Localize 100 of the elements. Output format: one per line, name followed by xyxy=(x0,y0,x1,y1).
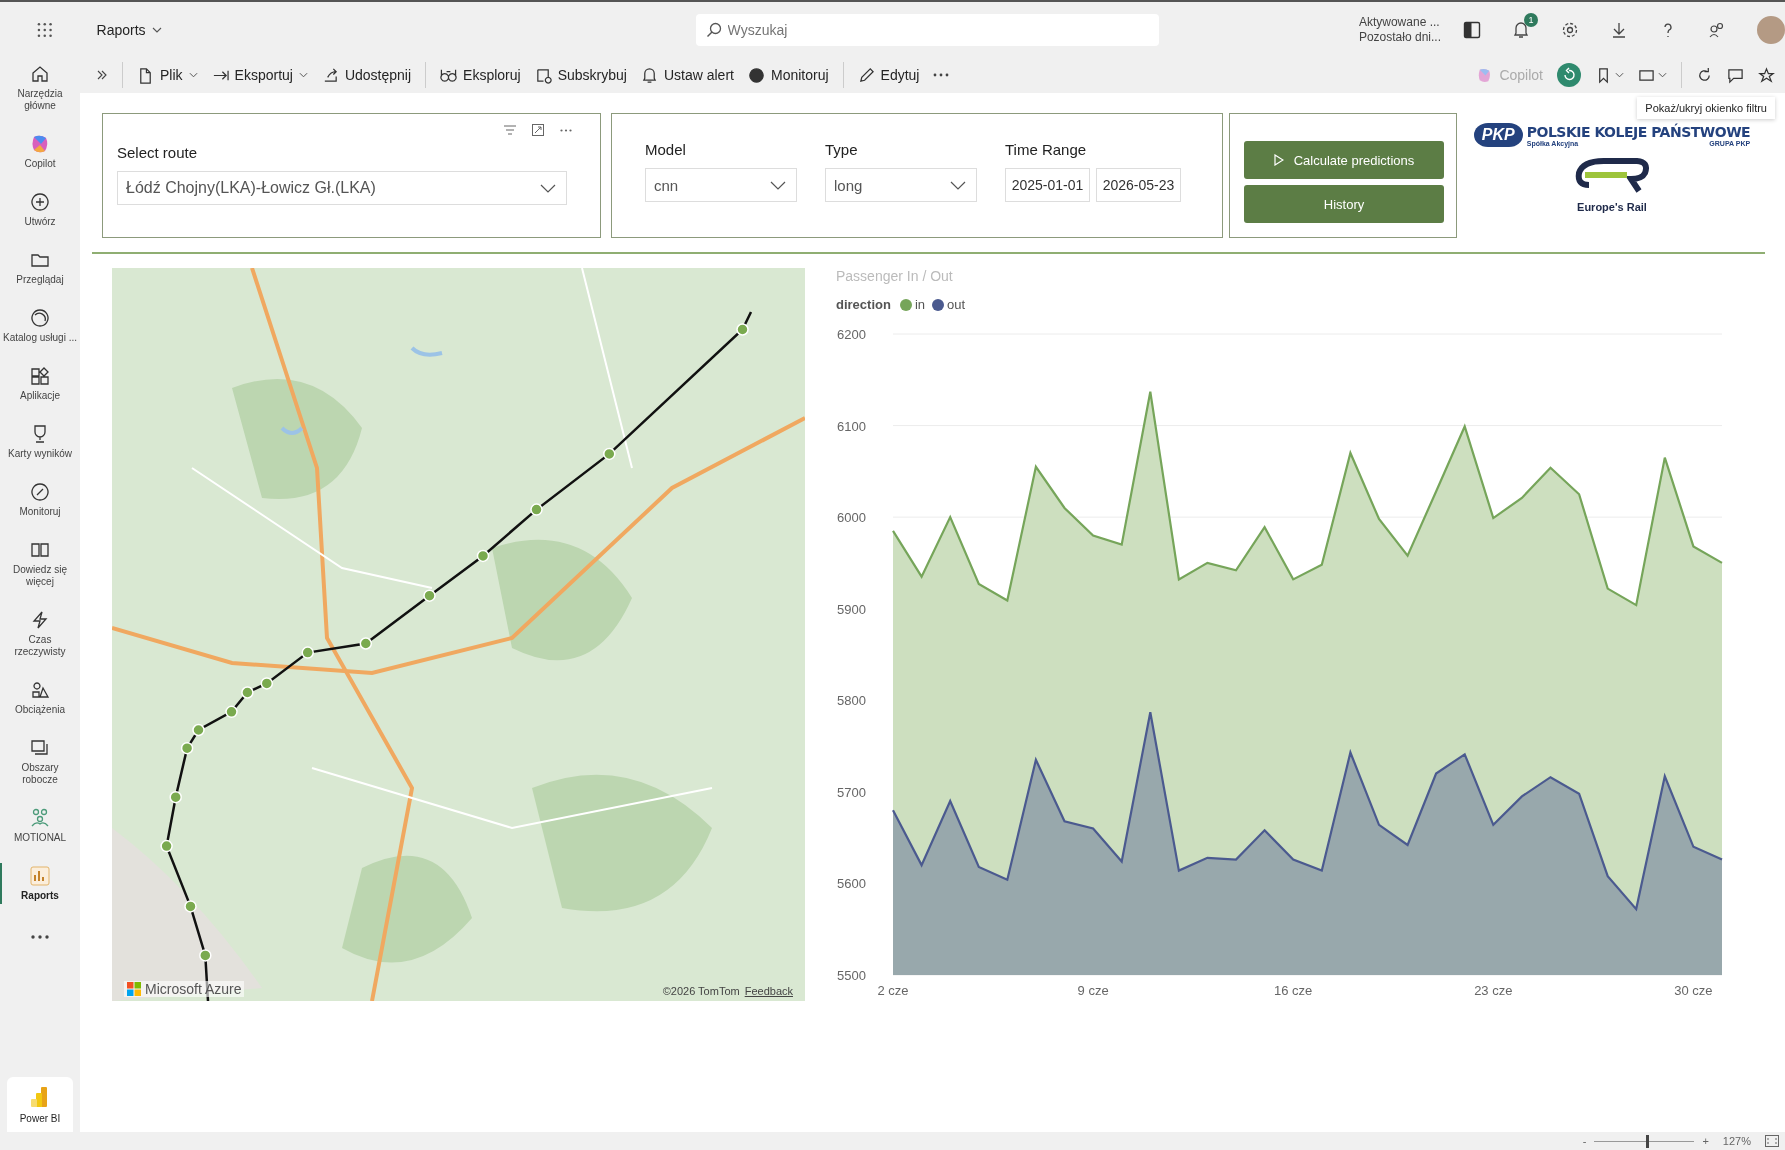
people-icon[interactable] xyxy=(1708,20,1726,39)
toolbar-button[interactable]: Eksploruj xyxy=(440,66,521,84)
nav-item[interactable]: Narzędzia główne xyxy=(3,61,77,114)
y-axis-label: 6000 xyxy=(837,510,866,526)
filter-label: Type xyxy=(825,141,859,158)
y-axis-label: 5900 xyxy=(837,601,866,617)
nav-item[interactable]: Copilot xyxy=(3,131,77,172)
zoom-slider-thumb[interactable] xyxy=(1646,1134,1650,1148)
trial-status-text: Pozostało dni... xyxy=(1358,29,1441,45)
nav-item[interactable]: MOTIONAL xyxy=(3,805,77,846)
search-field[interactable]: Wyszukaj xyxy=(695,13,1159,46)
nav-item[interactable]: Raports xyxy=(3,863,77,904)
comment-button[interactable] xyxy=(1727,66,1744,84)
refresh-icon xyxy=(1696,66,1713,84)
nav-item[interactable]: Obszary robocze xyxy=(3,735,77,788)
download-icon[interactable] xyxy=(1610,20,1628,39)
toolbar-button[interactable]: Edytuj xyxy=(857,66,920,84)
reset-button[interactable] xyxy=(1557,63,1581,87)
chart-title: Passenger In / Out xyxy=(836,268,954,284)
caret-icon xyxy=(151,26,162,33)
star-button[interactable] xyxy=(1758,66,1775,84)
bell-icon xyxy=(640,66,658,84)
play-icon xyxy=(1273,154,1284,166)
fit-page-icon[interactable] xyxy=(1765,1135,1779,1147)
legend-label: out xyxy=(947,297,966,312)
x-axis-label: 30 cze xyxy=(1674,983,1713,998)
toolbar-button[interactable]: Udostępnij xyxy=(321,66,412,84)
action-button[interactable]: Calculate predictions xyxy=(1244,141,1444,179)
focus-mode-icon[interactable] xyxy=(532,124,544,136)
workspace-dropdown[interactable]: Raports xyxy=(96,21,162,38)
x-axis-label: 2 cze xyxy=(877,983,909,998)
zoom-in-button[interactable]: + xyxy=(1702,1135,1709,1147)
zoom-level: 127% xyxy=(1722,1135,1751,1147)
route-dropdown[interactable]: Łódź Chojny(LKA)-Łowicz Gł.(LKA) xyxy=(117,171,567,205)
logo-text: Europe's Rail xyxy=(1577,201,1647,213)
file-icon xyxy=(137,66,154,84)
toolbar-button[interactable]: Ustaw alert xyxy=(640,66,734,84)
date-field[interactable]: 2025-01-01 xyxy=(1005,168,1090,202)
feedback-link[interactable]: Feedback xyxy=(744,985,793,997)
nav-item[interactable]: Czas rzeczywisty xyxy=(3,607,77,660)
y-axis-label: 5700 xyxy=(837,784,866,800)
legend-title: direction xyxy=(836,297,891,312)
y-axis-label: 5500 xyxy=(837,968,866,983)
shapes-icon xyxy=(29,679,51,701)
filter-label: Time Range xyxy=(1005,141,1088,158)
nav-item[interactable]: Katalog usługi ... xyxy=(3,305,77,346)
trial-status-text: Aktywowane ... xyxy=(1358,14,1441,30)
expand-icon[interactable] xyxy=(96,69,108,81)
refresh-button[interactable] xyxy=(1696,66,1713,84)
nav-item[interactable]: Przeglądaj xyxy=(3,247,77,288)
settings-icon[interactable] xyxy=(1561,20,1579,39)
notification-badge: 1 xyxy=(1524,12,1538,27)
reset-icon xyxy=(1557,63,1581,87)
power-bi-button[interactable]: Power BI xyxy=(7,1077,73,1132)
globe-icon xyxy=(29,307,51,329)
microsoft-logo-icon xyxy=(127,982,141,996)
x-axis-label: 16 cze xyxy=(1274,983,1313,998)
nav-item[interactable]: Obciążenia xyxy=(3,677,77,718)
toolbar-button[interactable]: Monitoruj xyxy=(747,66,829,84)
pencil-icon xyxy=(857,66,875,84)
subscribe-icon xyxy=(534,66,552,84)
chevron-down-icon xyxy=(540,183,556,193)
toolbar-button[interactable]: Plik xyxy=(137,66,198,84)
comment-icon xyxy=(1727,66,1744,84)
map-attribution: Microsoft Azure xyxy=(145,981,242,997)
y-axis-label: 6100 xyxy=(837,418,866,434)
toolbar-button[interactable]: Subskrybuj xyxy=(534,66,627,84)
people-icon xyxy=(29,807,51,829)
star-icon xyxy=(1758,66,1775,84)
more-icon[interactable] xyxy=(31,935,49,939)
more-icon[interactable] xyxy=(560,128,572,132)
filter-label: Select route xyxy=(117,144,199,161)
legend-label: in xyxy=(914,297,926,312)
tooltip: Pokaż/ukryj okienko filtru xyxy=(1637,97,1775,119)
dropdown[interactable]: cnn xyxy=(645,168,797,202)
more-icon[interactable] xyxy=(933,73,950,77)
zoom-out-button[interactable]: - xyxy=(1582,1135,1587,1147)
nav-item[interactable]: Aplikacje xyxy=(3,363,77,404)
nav-item[interactable]: Utwórz xyxy=(3,189,77,230)
filter-label: Model xyxy=(645,141,687,158)
app-launcher-icon[interactable] xyxy=(37,21,53,38)
chevron-down-icon xyxy=(950,180,966,190)
y-axis-label: 6200 xyxy=(837,327,866,342)
date-field[interactable]: 2026-05-23 xyxy=(1096,168,1181,202)
nav-item[interactable]: Dowiedz się więcej xyxy=(3,537,77,590)
apps-icon xyxy=(29,365,51,387)
bar-chart-icon xyxy=(29,865,51,887)
y-axis-label: 5800 xyxy=(837,693,866,709)
chevron-down-icon xyxy=(770,180,786,190)
map-copyright: ©2026 TomTom xyxy=(662,985,740,997)
x-axis-label: 23 cze xyxy=(1474,983,1513,998)
y-axis-label: 5600 xyxy=(837,876,866,892)
nav-item[interactable]: Karty wyników xyxy=(3,421,77,462)
action-button[interactable]: History xyxy=(1244,185,1444,223)
panel-icon[interactable] xyxy=(1463,20,1481,39)
x-axis-label: 9 cze xyxy=(1077,983,1109,998)
notification-icon[interactable] xyxy=(1512,20,1530,39)
nav-item[interactable]: Monitoruj xyxy=(3,479,77,520)
dropdown[interactable]: long xyxy=(825,168,977,202)
toolbar-button[interactable]: Eksportuj xyxy=(211,66,308,84)
